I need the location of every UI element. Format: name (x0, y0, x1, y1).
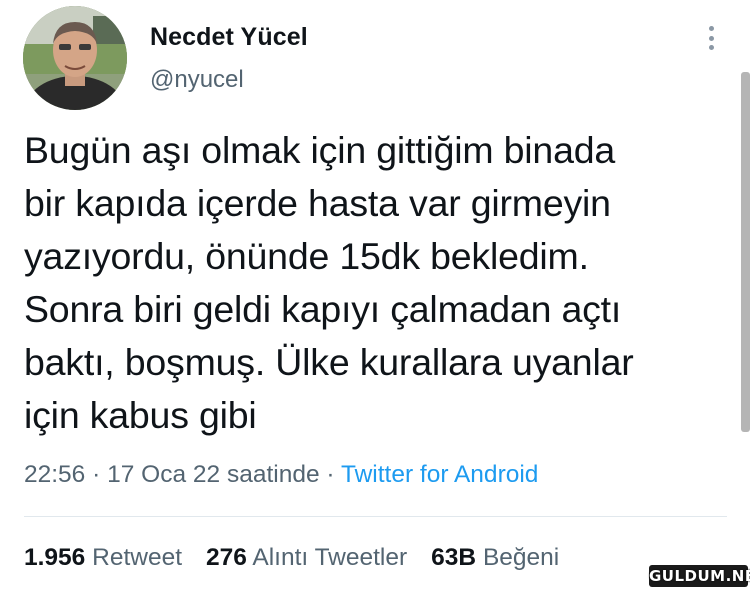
meta-separator: · (326, 461, 335, 488)
avatar-photo (23, 6, 127, 110)
user-handle[interactable]: @nyucel (150, 66, 244, 94)
tweet-line: baktı, boşmuş. Ülke kurallara uyanlar (24, 341, 634, 383)
avatar[interactable] (23, 6, 127, 110)
retweets-stat[interactable]: 1.956 Retweet (24, 544, 182, 571)
tweet-text: Bugün aşı olmak için gittiğim binada bir… (24, 124, 734, 442)
more-vertical-icon[interactable] (700, 24, 722, 52)
meta-separator: · (92, 461, 101, 488)
likes-count: 63B (431, 544, 477, 571)
tweet-line: yazıyordu, önünde 15dk bekledim. (24, 235, 589, 277)
tweet-line: için kabus gibi (24, 394, 257, 436)
quotes-count: 276 (206, 544, 247, 571)
divider (24, 516, 727, 517)
tweet-line: Sonra biri geldi kapıyı çalmadan açtı (24, 288, 622, 330)
likes-label: Beğeni (482, 544, 560, 571)
likes-stat[interactable]: 63B Beğeni (431, 544, 559, 571)
tweet-stats: 1.956 Retweet 276 Alıntı Tweetler 63B Beğe… (24, 544, 559, 572)
tweet-meta: 22:56 · 17 Oca 22 saatinde · Twitter for… (24, 461, 538, 489)
retweets-label: Retweet (92, 544, 183, 571)
tweet-line: Bugün aşı olmak için gittiğim binada (24, 129, 616, 171)
tweet-source-link[interactable]: Twitter for Android (341, 461, 538, 488)
tweet-date[interactable]: 17 Oca 22 saatinde (107, 461, 320, 488)
watermark: GULDUM.NET (649, 565, 750, 587)
tweet-line: bir kapıda içerde hasta var girmeyin (24, 182, 611, 224)
retweets-count: 1.956 (24, 544, 86, 571)
quotes-stat[interactable]: 276 Alıntı Tweetler (206, 544, 407, 571)
display-name[interactable]: Necdet Yücel (150, 23, 308, 52)
quotes-label: Alıntı Tweetler (252, 544, 408, 571)
scrollbar[interactable] (741, 72, 750, 432)
tweet-time[interactable]: 22:56 (24, 461, 85, 488)
